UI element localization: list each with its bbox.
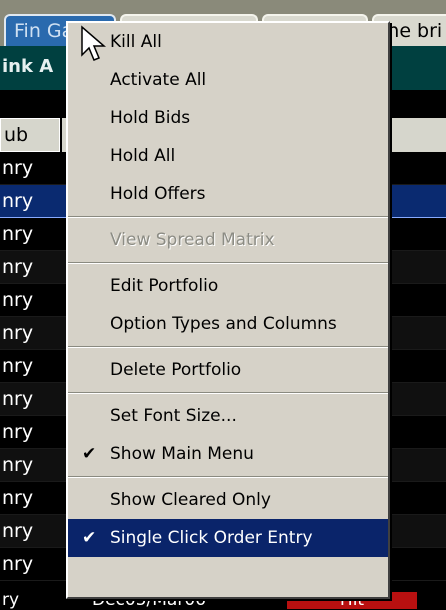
checkmark-icon: ✔: [82, 444, 97, 464]
menu-item-label: Single Click Order Entry: [110, 528, 313, 548]
mouse-cursor-icon: [81, 25, 106, 61]
menu-item-delete-portfolio[interactable]: Delete Portfolio: [68, 351, 388, 389]
menu-item-hold-bids[interactable]: Hold Bids: [68, 99, 388, 137]
menu-item-label: Edit Portfolio: [110, 276, 219, 296]
menu-item-label: Set Font Size...: [110, 406, 237, 426]
menu-item-set-font-size[interactable]: Set Font Size...: [68, 397, 388, 435]
menu-item-label: Hold Offers: [110, 184, 206, 204]
checkmark-icon: ✔: [82, 528, 97, 548]
menu-item-show-main-menu[interactable]: ✔ Show Main Menu: [68, 435, 388, 473]
menu-separator: [68, 216, 388, 218]
menu-item-activate-all[interactable]: Activate All: [68, 61, 388, 99]
portfolio-label: ink A: [2, 56, 54, 77]
menu-item-edit-portfolio[interactable]: Edit Portfolio: [68, 267, 388, 305]
row-hub-cell: ry: [2, 590, 20, 610]
context-menu: Kill All Activate All Hold Bids Hold All…: [66, 21, 390, 599]
menu-item-label: Kill All: [110, 32, 162, 52]
menu-item-kill-all[interactable]: Kill All: [68, 23, 388, 61]
menu-item-hold-offers[interactable]: Hold Offers: [68, 175, 388, 213]
menu-item-label: Hold Bids: [110, 108, 191, 128]
menu-separator: [68, 392, 388, 394]
menu-item-option-types-columns[interactable]: Option Types and Columns: [68, 305, 388, 343]
menu-item-label: Show Main Menu: [110, 444, 254, 464]
menu-item-label: Show Cleared Only: [110, 490, 271, 510]
menu-item-label: Option Types and Columns: [110, 314, 337, 334]
menu-separator: [68, 346, 388, 348]
menu-item-show-cleared-only[interactable]: Show Cleared Only: [68, 481, 388, 519]
menu-item-view-spread-matrix: View Spread Matrix: [68, 221, 388, 259]
menu-item-label: Hold All: [110, 146, 176, 166]
menu-item-hold-all[interactable]: Hold All: [68, 137, 388, 175]
menu-item-label: Activate All: [110, 70, 207, 90]
column-header-hub[interactable]: ub: [0, 118, 60, 152]
menu-separator: [68, 262, 388, 264]
menu-separator: [68, 476, 388, 478]
menu-item-single-click-order-entry[interactable]: ✔ Single Click Order Entry: [68, 519, 388, 557]
menu-item-label: View Spread Matrix: [110, 230, 275, 250]
menu-item-label: Delete Portfolio: [110, 360, 242, 380]
